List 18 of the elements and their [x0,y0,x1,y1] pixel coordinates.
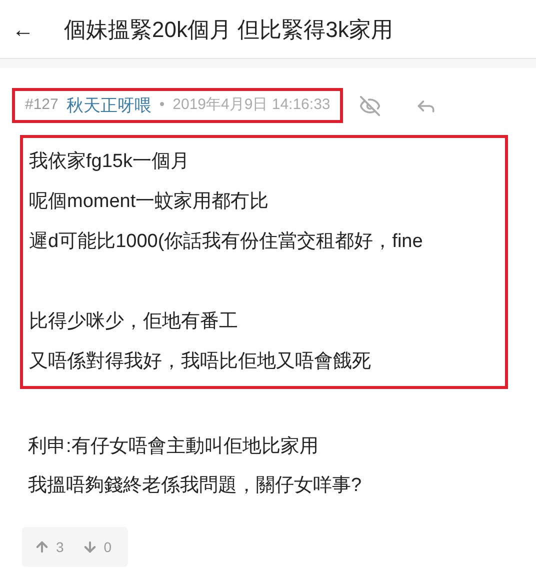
quote-line: 比得少咪少，佢地有番工 [29,310,239,334]
post-number: #127 [25,95,58,116]
thread-title: 個妹搵緊20k個月 但比緊得3k家用 [64,16,393,44]
back-icon[interactable]: ← [12,12,34,46]
upvote-count: 3 [56,538,64,556]
reply-line: 我搵唔夠錢終老係我問題，關仔女咩事? [28,474,363,498]
quote-line: 遲d可能比1000(你話我有份住當交租都好，fine [29,230,424,254]
post-time: 2019年4月9日 14:16:33 [172,95,330,116]
quote-line: 又唔係對得我好，我唔比佢地又唔會餓死 [29,350,372,374]
quote-line: 呢個moment一蚊家用都冇比 [29,190,270,214]
upvote-icon[interactable] [34,539,50,555]
separator: • [159,95,165,116]
hide-icon[interactable] [359,94,382,116]
author-link[interactable]: 秋天正呀喂 [66,92,152,118]
downvote-count: 0 [104,538,112,556]
quote-line: 我依家fg15k一個月 [29,150,190,174]
reply-line: 利申:有仔女唔會主動叫佢地比家用 [28,435,320,459]
downvote-icon[interactable] [82,539,98,555]
